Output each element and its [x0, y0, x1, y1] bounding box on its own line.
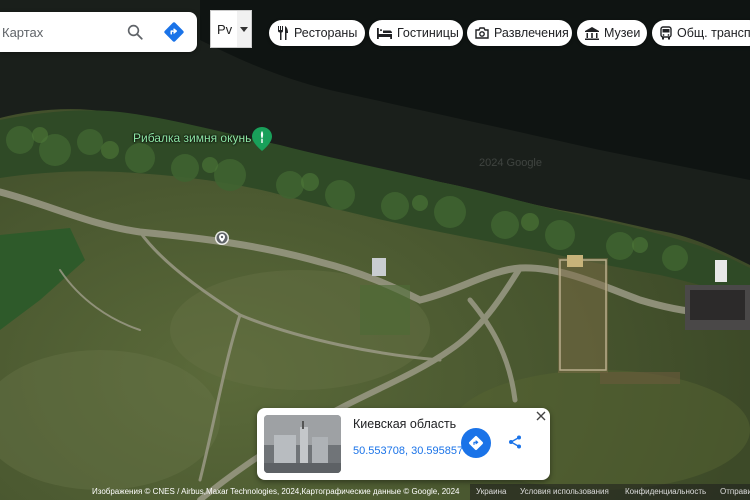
chip-label: Музеи	[604, 26, 641, 40]
camera-icon	[475, 27, 489, 39]
location-title: Киевская область	[353, 417, 457, 431]
location-coordinates[interactable]: 50.553708, 30.595857	[353, 445, 463, 457]
chip-label: Гостиницы	[397, 26, 459, 40]
directions-icon	[469, 436, 483, 450]
chip-museums[interactable]: Музеи	[577, 20, 647, 46]
map-footer: Изображения © CNES / Airbus,Maxar Techno…	[0, 484, 750, 500]
selected-location-pin-icon[interactable]	[214, 230, 230, 246]
directions-icon[interactable]	[161, 19, 187, 45]
search-box[interactable]: Картах	[0, 12, 197, 52]
language-select[interactable]: Рv	[210, 10, 252, 48]
chip-restaurants[interactable]: Рестораны	[269, 20, 365, 46]
directions-button[interactable]	[461, 428, 491, 458]
location-info-card[interactable]: Киевская область 50.553708, 30.595857	[257, 408, 550, 480]
close-icon[interactable]	[536, 411, 548, 423]
chip-label: Развлечения	[494, 26, 569, 40]
search-icon[interactable]	[123, 20, 147, 44]
country-link[interactable]: Украина	[476, 487, 506, 496]
map-watermark: 2024 Google	[479, 157, 542, 169]
chip-label: Общ. транспорт	[677, 26, 750, 40]
chip-label: Рестораны	[294, 26, 358, 40]
fishing-place-pin-icon[interactable]	[252, 127, 272, 151]
bed-icon	[377, 28, 392, 39]
bus-icon	[660, 26, 672, 40]
chip-hotels[interactable]: Гостиницы	[369, 20, 463, 46]
place-label[interactable]: Рибалка зимня окунь	[133, 131, 251, 145]
chevron-down-icon[interactable]	[237, 11, 251, 47]
museum-icon	[585, 26, 599, 40]
chip-transit[interactable]: Общ. транспорт	[652, 20, 750, 46]
language-value: Рv	[217, 21, 233, 37]
fork-knife-icon	[278, 26, 288, 40]
street-view-thumbnail[interactable]	[264, 415, 341, 473]
imagery-attribution: Изображения © CNES / Airbus,Maxar Techno…	[92, 487, 460, 496]
share-icon[interactable]	[507, 434, 523, 450]
search-input[interactable]: Картах	[2, 25, 123, 40]
feedback-link[interactable]: Отправить	[720, 487, 750, 496]
footer-bar	[470, 484, 750, 500]
terms-link[interactable]: Условия использования	[520, 487, 609, 496]
chip-entertainment[interactable]: Развлечения	[467, 20, 572, 46]
privacy-link[interactable]: Конфиденциальность	[625, 487, 706, 496]
